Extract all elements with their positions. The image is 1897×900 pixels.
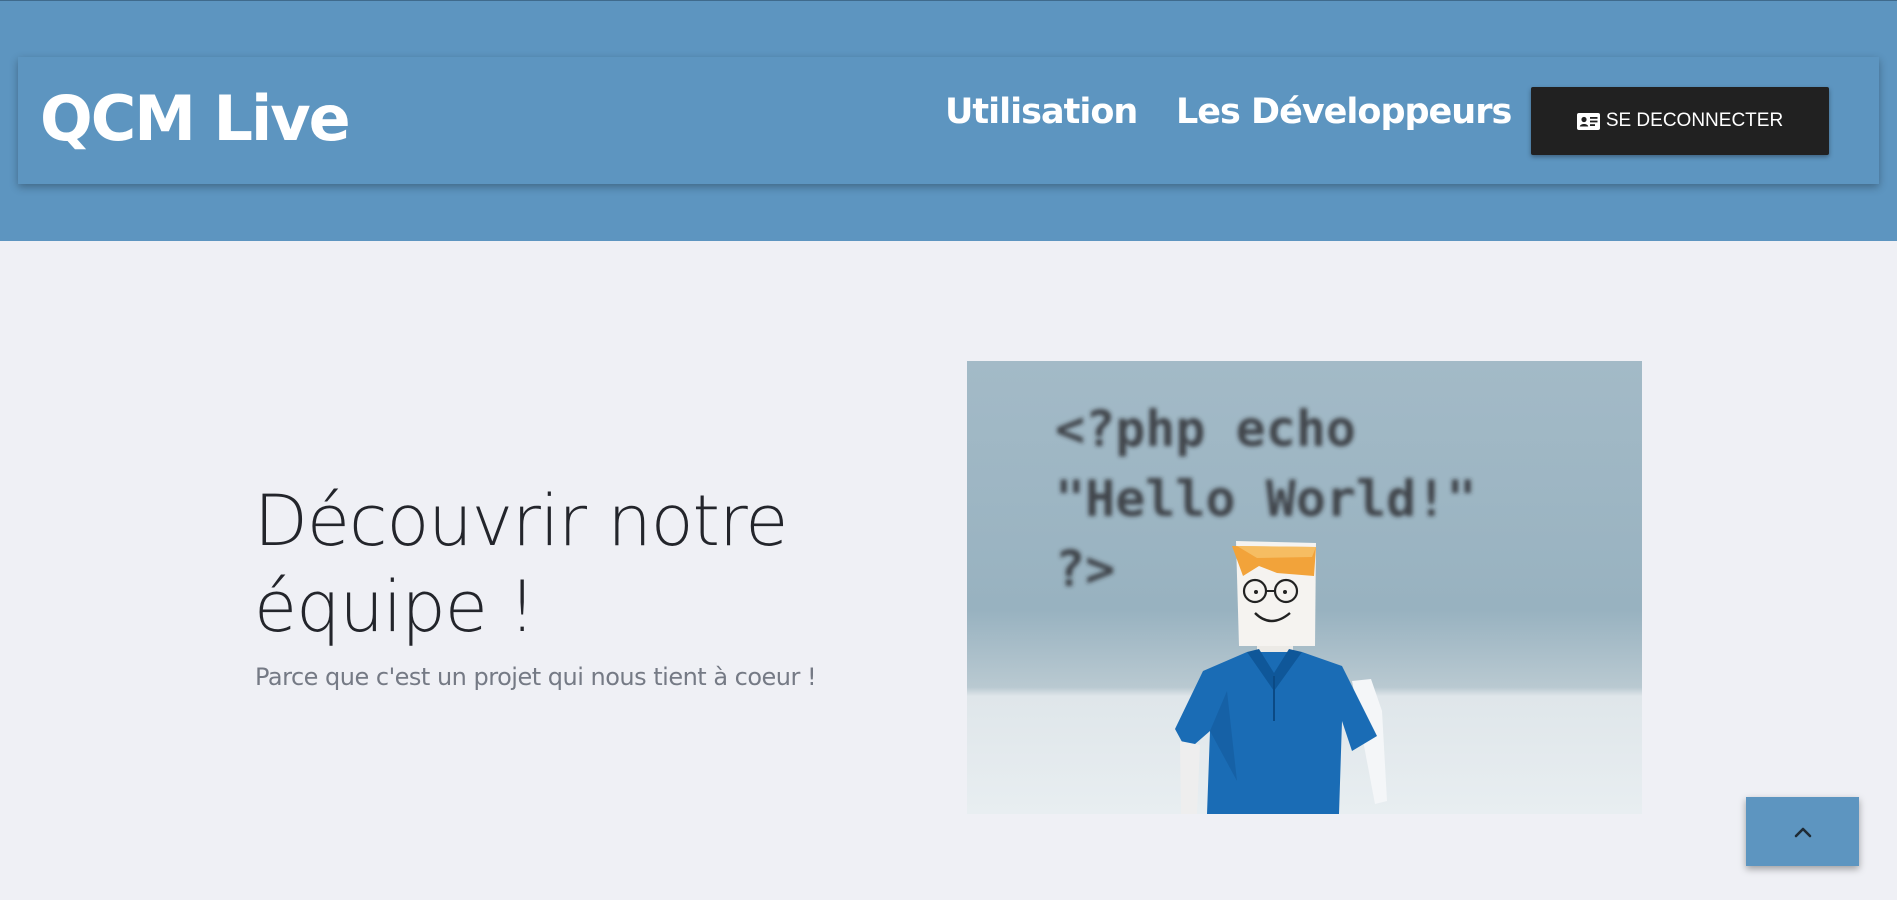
hero-illustration: <?php echo "Hello World!" ?> (1055, 400, 1476, 814)
id-card-icon (1576, 112, 1600, 130)
logout-button-label: SE DECONNECTER (1605, 110, 1784, 131)
logout-button[interactable]: SE DECONNECTER (1531, 87, 1829, 155)
code-line-2: "Hello World!" (1055, 470, 1476, 528)
nav-link-developpeurs[interactable]: Les Développeurs (1176, 89, 1512, 135)
origami-figure (1175, 541, 1387, 814)
brand-logo[interactable]: QCM Live (40, 79, 351, 159)
code-line-3: ?> (1055, 540, 1115, 598)
nav-link-utilisation[interactable]: Utilisation (945, 89, 1138, 135)
chevron-up-icon (1794, 827, 1811, 837)
navbar: QCM Live Utilisation Les Développeurs SE… (18, 57, 1879, 184)
hero-image: <?php echo "Hello World!" ?> (967, 361, 1642, 814)
hero-subtitle: Parce que c'est un projet qui nous tient… (255, 663, 817, 691)
scroll-to-top-button[interactable] (1746, 797, 1859, 866)
code-line-1: <?php echo (1055, 400, 1356, 458)
hero-title: Découvrir notre équipe ! (254, 480, 788, 648)
